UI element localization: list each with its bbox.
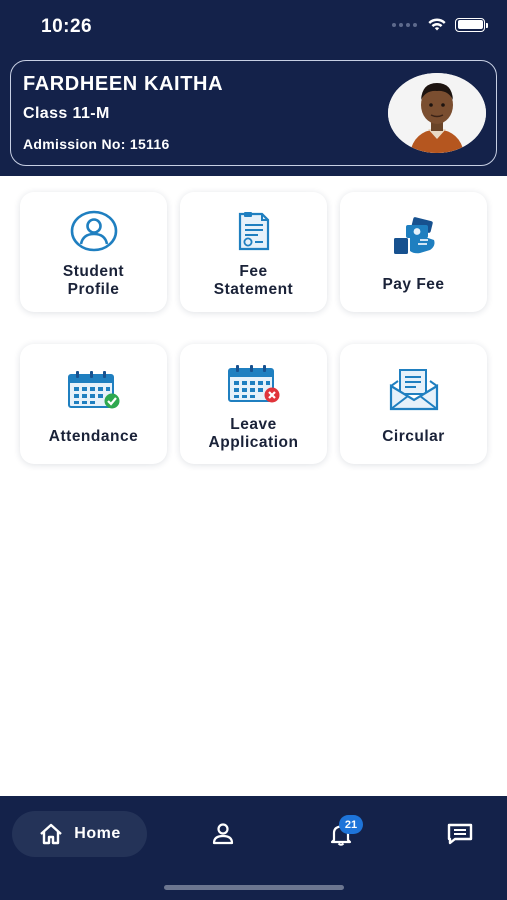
nav-home-button[interactable]: Home [12,811,147,857]
wifi-icon [428,18,446,31]
nav-home-label: Home [74,825,121,842]
nav-messages-button[interactable] [444,818,476,850]
status-icons [392,17,488,32]
user-icon [212,823,234,845]
tile-label-line2: Statement [213,281,294,298]
tile-label-line2: Profile [67,281,120,298]
student-name: FARDHEEN KAITHA [23,73,224,95]
calendar-check-icon [67,371,119,409]
tile-label-line1: Attendance [48,428,139,445]
home-indicator [164,885,344,890]
bottom-nav: Home 21 [0,796,507,900]
nav-profile-button[interactable] [207,818,239,850]
tile-pay-fee[interactable]: Pay Fee [340,192,487,312]
notification-badge: 21 [339,815,363,834]
tile-label-line1: Student [62,263,125,280]
signal-icon [392,22,417,27]
tile-circular[interactable]: Circular [340,344,487,464]
hand-money-icon [393,217,434,254]
status-time: 10:26 [41,16,93,37]
tile-label-line1: Fee [239,263,268,280]
tile-label-line1: Leave [230,416,277,433]
avatar[interactable] [388,73,486,153]
student-class: Class 11-M [23,105,110,122]
tile-leave-application[interactable]: Leave Application [180,344,327,464]
student-photo [388,73,486,153]
calendar-cross-icon [227,365,279,403]
tile-attendance[interactable]: Attendance [20,344,167,464]
tile-label-line1: Pay Fee [382,276,445,293]
tile-label-line2: Application [208,434,299,451]
admission-number: Admission No: 15116 [23,136,170,152]
tile-label-line1: Circular [382,428,445,445]
envelope-letter-icon [389,369,438,411]
header: 10:26 FARDHEEN KAITHA Class 11-M Admissi… [0,0,507,176]
tile-fee-statement[interactable]: Fee Statement [180,192,327,312]
profile-card[interactable]: FARDHEEN KAITHA Class 11-M Admission No:… [10,60,497,166]
tile-student-profile[interactable]: Student Profile [20,192,167,312]
home-icon [40,823,63,845]
chat-icon [447,823,473,845]
battery-icon [455,17,488,32]
document-invoice-icon [238,212,269,251]
status-bar: 10:26 [0,0,507,54]
user-circle-icon [70,210,117,252]
